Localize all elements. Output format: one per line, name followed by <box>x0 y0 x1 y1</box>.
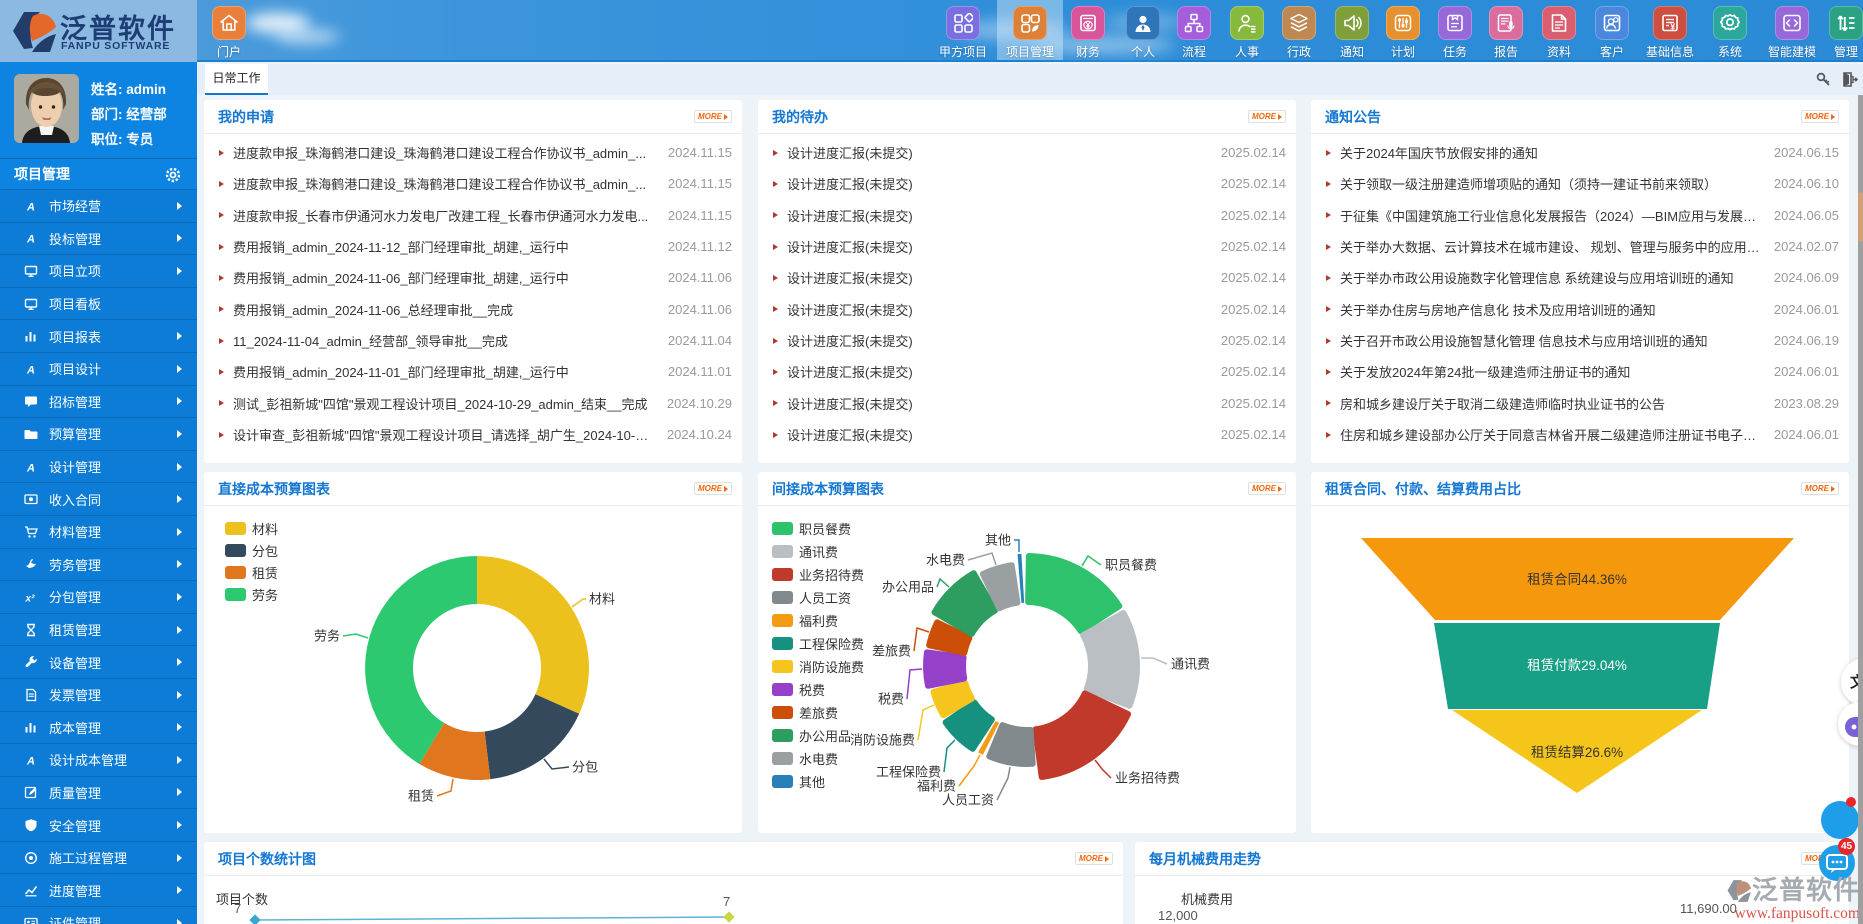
svg-text:A: A <box>26 364 35 376</box>
svg-text:劳务: 劳务 <box>314 629 340 644</box>
svg-text:税费: 税费 <box>878 692 904 707</box>
svg-text:¥: ¥ <box>1086 20 1091 30</box>
svg-text:其他: 其他 <box>985 533 1011 548</box>
svg-text:租赁合同44.36%: 租赁合同44.36% <box>1527 572 1627 587</box>
svg-text:职员餐费: 职员餐费 <box>1105 558 1157 573</box>
svg-text:福利费: 福利费 <box>917 779 956 794</box>
svg-text:A: A <box>26 201 35 213</box>
svg-text:差旅费: 差旅费 <box>872 644 911 659</box>
svg-text:通讯费: 通讯费 <box>1171 657 1210 672</box>
svg-text:消防设施费: 消防设施费 <box>850 733 915 748</box>
svg-text:工程保险费: 工程保险费 <box>876 765 941 780</box>
svg-text:办公用品: 办公用品 <box>882 580 934 595</box>
svg-text:材料: 材料 <box>589 592 615 607</box>
svg-text:业务招待费: 业务招待费 <box>1115 771 1180 786</box>
svg-text:¥: ¥ <box>1670 22 1675 32</box>
svg-text:分包: 分包 <box>572 760 598 775</box>
svg-text:A: A <box>26 234 35 246</box>
svg-text:水电费: 水电费 <box>926 553 965 568</box>
svg-text:租赁: 租赁 <box>408 789 434 804</box>
svg-text:租赁付款29.04%: 租赁付款29.04% <box>1527 658 1627 673</box>
svg-text:人员工资: 人员工资 <box>942 793 994 808</box>
svg-text:A: A <box>26 755 35 767</box>
svg-text:租赁结算26.6%: 租赁结算26.6% <box>1531 745 1623 760</box>
svg-text:A: A <box>26 462 35 474</box>
svg-text:x²: x² <box>25 593 36 604</box>
